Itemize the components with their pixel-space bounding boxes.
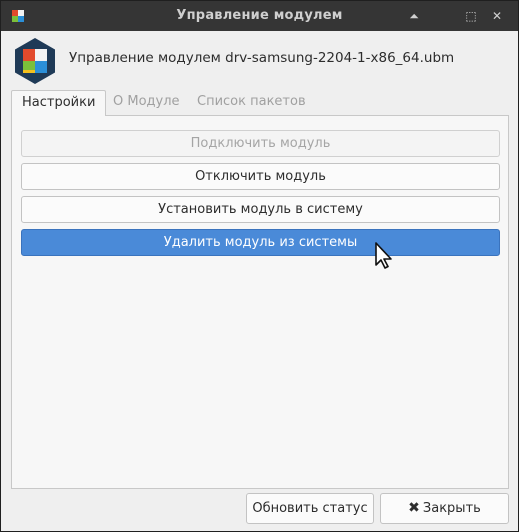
module-name-label: Управление модулем drv-samsung-2204-1-x8…	[69, 50, 455, 66]
tab-settings[interactable]: Настройки	[11, 90, 107, 116]
close-icon: ✖	[408, 500, 420, 516]
install-module-button[interactable]: Установить модуль в систему	[21, 196, 500, 223]
module-logo-icon	[15, 38, 55, 84]
close-button-label: Закрыть	[422, 501, 481, 516]
remove-module-button[interactable]: Удалить модуль из системы	[21, 229, 500, 256]
close-window-icon[interactable]: ✕	[489, 8, 505, 24]
connect-module-button[interactable]: Подключить модуль	[21, 130, 500, 157]
module-manager-window: Управление модулем ⏶ ⬚ ✕ Управление моду…	[0, 0, 519, 532]
window-title: Управление модулем	[176, 8, 343, 23]
tab-package-list[interactable]: Список пакетов	[187, 90, 316, 115]
title-bar[interactable]: Управление модулем ⏶ ⬚ ✕	[1, 1, 518, 31]
refresh-status-button[interactable]: Обновить статус	[246, 493, 374, 524]
maximize-icon[interactable]: ⬚	[463, 8, 479, 24]
mouse-cursor-icon	[375, 242, 392, 269]
tab-about-module[interactable]: О Модуле	[103, 90, 190, 115]
shade-icon[interactable]: ⏶	[406, 8, 422, 24]
close-button[interactable]: ✖ Закрыть	[380, 493, 509, 524]
disconnect-module-button[interactable]: Отключить модуль	[21, 163, 500, 190]
settings-panel: Подключить модуль Отключить модуль Устан…	[11, 115, 509, 489]
module-header: Управление модулем drv-samsung-2204-1-x8…	[1, 31, 518, 87]
